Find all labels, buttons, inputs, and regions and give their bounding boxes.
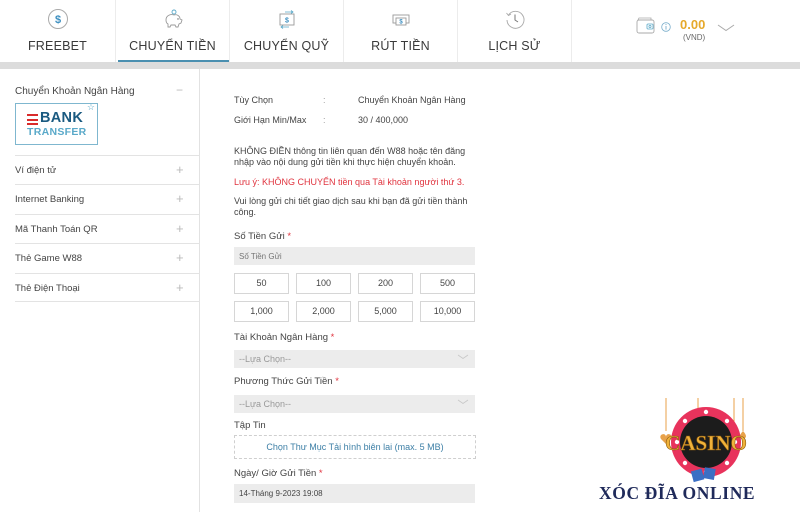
quick-amount-button[interactable]: 10,000: [420, 301, 475, 322]
quick-amount-button[interactable]: 1,000: [234, 301, 289, 322]
quick-amount-button[interactable]: 500: [420, 273, 475, 294]
tab-freebet[interactable]: $ FREEBET: [0, 0, 116, 62]
info-value: 30 / 400,000: [358, 115, 409, 125]
collapse-icon[interactable]: −: [176, 83, 183, 97]
info-value: Chuyển Khoản Ngân Hàng: [358, 95, 466, 105]
warning-text: Lưu ý: KHÔNG CHUYỂN tiền qua Tài khoản n…: [234, 177, 465, 187]
watermark-caption: XÓC ĐĨA ONLINE: [599, 483, 756, 503]
piggy-bank-icon: [165, 9, 183, 28]
sidebar-item-internet-banking[interactable]: Internet Banking +: [15, 184, 200, 213]
dollar-circle-icon: $: [47, 9, 68, 29]
quick-amount-button[interactable]: 2,000: [296, 301, 351, 322]
sidebar-item-label: Thẻ Game W88: [15, 253, 83, 265]
wallet-icon: [636, 17, 655, 34]
datetime-label: Ngày/ Giờ Gửi Tiền *: [234, 468, 323, 479]
info-separator: :: [323, 95, 326, 105]
info-icon[interactable]: [661, 22, 671, 32]
bank-account-label: Tài Khoản Ngân Hàng *: [234, 332, 335, 343]
file-upload-button[interactable]: Chọn Thư Mục Tải hình biên lai (max. 5 M…: [234, 435, 476, 459]
bank-stripes-icon: [27, 114, 38, 125]
expand-icon[interactable]: +: [176, 162, 184, 177]
sidebar-section-title[interactable]: Chuyển Khoản Ngân Hàng: [15, 86, 135, 97]
quick-amount-button[interactable]: 5,000: [358, 301, 413, 322]
sidebar-item-phone-card[interactable]: Thẻ Điện Thoại +: [15, 272, 200, 302]
info-separator: :: [323, 115, 326, 125]
tab-chuyen-tien[interactable]: CHUYỂN TIỀN: [116, 0, 230, 62]
transfer-logo-text: TRANSFER: [27, 126, 87, 138]
deposit-method-select[interactable]: --Lựa Chọn--: [234, 395, 475, 413]
deposit-method-label: Phương Thức Gửi Tiền *: [234, 376, 339, 387]
sidebar-item-game-card[interactable]: Thẻ Game W88 +: [15, 243, 200, 272]
bank-logo-text: BANK: [40, 110, 84, 126]
info-key: Tùy Chọn: [234, 95, 274, 105]
tab-label: FREEBET: [27, 39, 88, 53]
sidebar-item-label: Internet Banking: [15, 194, 85, 206]
sidebar-item-label: Mã Thanh Toán QR: [15, 223, 98, 235]
tab-chuyen-quy[interactable]: $ CHUYỂN QUỸ: [230, 0, 344, 62]
tab-label: RÚT TIỀN: [371, 39, 430, 53]
expand-icon[interactable]: +: [176, 280, 184, 295]
dice-icon: [703, 467, 716, 480]
notice-text: KHÔNG ĐIỀN thông tin liên quan đến W88 h…: [234, 146, 466, 167]
expand-icon[interactable]: +: [176, 191, 184, 206]
quick-amount-button[interactable]: 200: [358, 273, 413, 294]
tab-label: CHUYỂN QUỸ: [243, 39, 330, 53]
sidebar-item-label: Ví điện tử: [15, 165, 57, 176]
withdraw-cash-icon: $: [392, 14, 409, 26]
svg-text:$: $: [54, 14, 60, 26]
tab-label: LỊCH SỬ: [488, 39, 541, 53]
datetime-input[interactable]: 14-Tháng 9-2023 19:08: [234, 484, 475, 503]
payment-method-sidebar: Chuyển Khoản Ngân Hàng − BANK TRANSFER ☆…: [0, 69, 200, 512]
select-value: --Lựa Chọn--: [239, 399, 292, 409]
amount-label: Số Tiền Gửi *: [234, 231, 292, 242]
select-value: --Lựa Chọn--: [239, 354, 292, 364]
chevron-down-icon[interactable]: [717, 24, 735, 32]
quick-amount-button[interactable]: 50: [234, 273, 289, 294]
star-icon: ☆: [86, 102, 95, 112]
bank-account-select[interactable]: --Lựa Chọn--: [234, 350, 475, 368]
wallet-currency: (VND): [683, 33, 706, 42]
chevron-down-icon: [457, 399, 469, 405]
sidebar-item-label: Thẻ Điện Thoại: [15, 282, 80, 294]
info-key: Giới Hạn Min/Max: [234, 115, 307, 125]
svg-text:$: $: [285, 18, 289, 25]
wallet-balance: 0.00: [680, 17, 706, 32]
chevron-down-icon: [457, 354, 469, 360]
expand-icon[interactable]: +: [176, 250, 184, 265]
notice-text: Vui lòng gửi chi tiết giao dịch sau khi …: [234, 196, 468, 217]
tab-lich-su[interactable]: LỊCH SỬ: [458, 0, 572, 62]
expand-icon[interactable]: +: [176, 221, 184, 236]
tab-rut-tien[interactable]: $ RÚT TIỀN: [344, 0, 458, 62]
sidebar-item-vi-dien-tu[interactable]: Ví điện tử +: [15, 155, 200, 184]
quick-amount-button[interactable]: 100: [296, 273, 351, 294]
amount-input[interactable]: [234, 247, 475, 265]
transfer-funds-icon: $: [279, 10, 294, 29]
tab-label: CHUYỂN TIỀN: [129, 39, 216, 53]
file-label: Tập Tin: [234, 420, 266, 431]
nav-divider-bar: [0, 62, 800, 69]
bank-transfer-option[interactable]: BANK TRANSFER ☆: [15, 102, 98, 145]
history-clock-icon: [505, 10, 524, 29]
sidebar-list: Ví điện tử + Internet Banking + Mã Thanh…: [15, 155, 200, 302]
casino-text: CASINO: [665, 431, 747, 455]
sidebar-item-qr-payment[interactable]: Mã Thanh Toán QR +: [15, 213, 200, 243]
